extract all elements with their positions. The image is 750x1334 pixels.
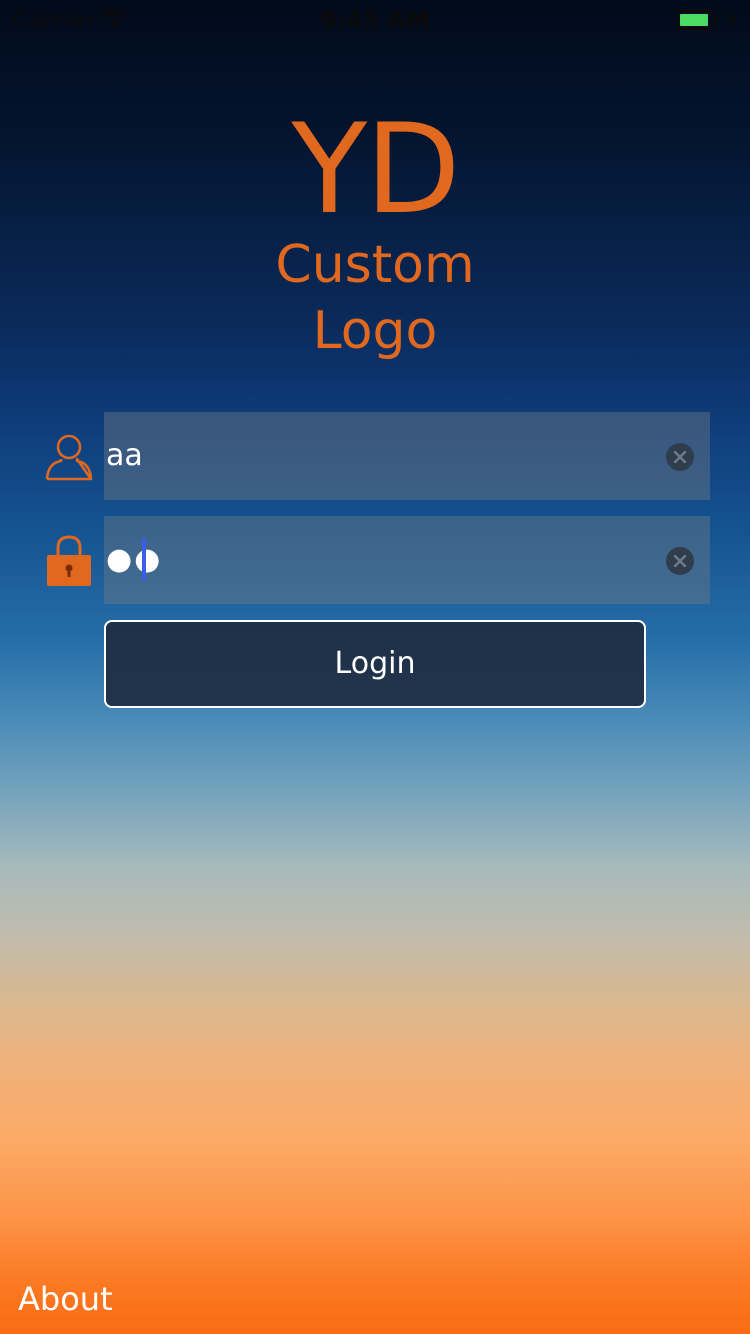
logo-line-1: Custom (275, 235, 475, 295)
custom-logo: YD Custom Logo (0, 108, 750, 364)
logo-mark: YD (291, 98, 460, 242)
logo-line-2: Logo (312, 301, 438, 361)
status-bar: Carrier 9:45 AM (0, 0, 750, 40)
about-link[interactable]: About (18, 1280, 113, 1318)
charging-bolt-icon (728, 9, 738, 31)
password-input[interactable]: ●● (104, 516, 710, 604)
username-value: aa (106, 438, 143, 473)
clear-icon[interactable] (666, 443, 694, 471)
user-icon (45, 434, 93, 481)
login-button[interactable]: Login (104, 620, 646, 708)
username-input[interactable]: aa (104, 412, 710, 500)
text-caret (142, 538, 146, 580)
battery-icon (676, 10, 719, 30)
clear-icon[interactable] (666, 547, 694, 575)
password-value: ●● (106, 542, 163, 577)
lock-icon (47, 535, 91, 586)
status-time: 9:45 AM (319, 6, 431, 34)
